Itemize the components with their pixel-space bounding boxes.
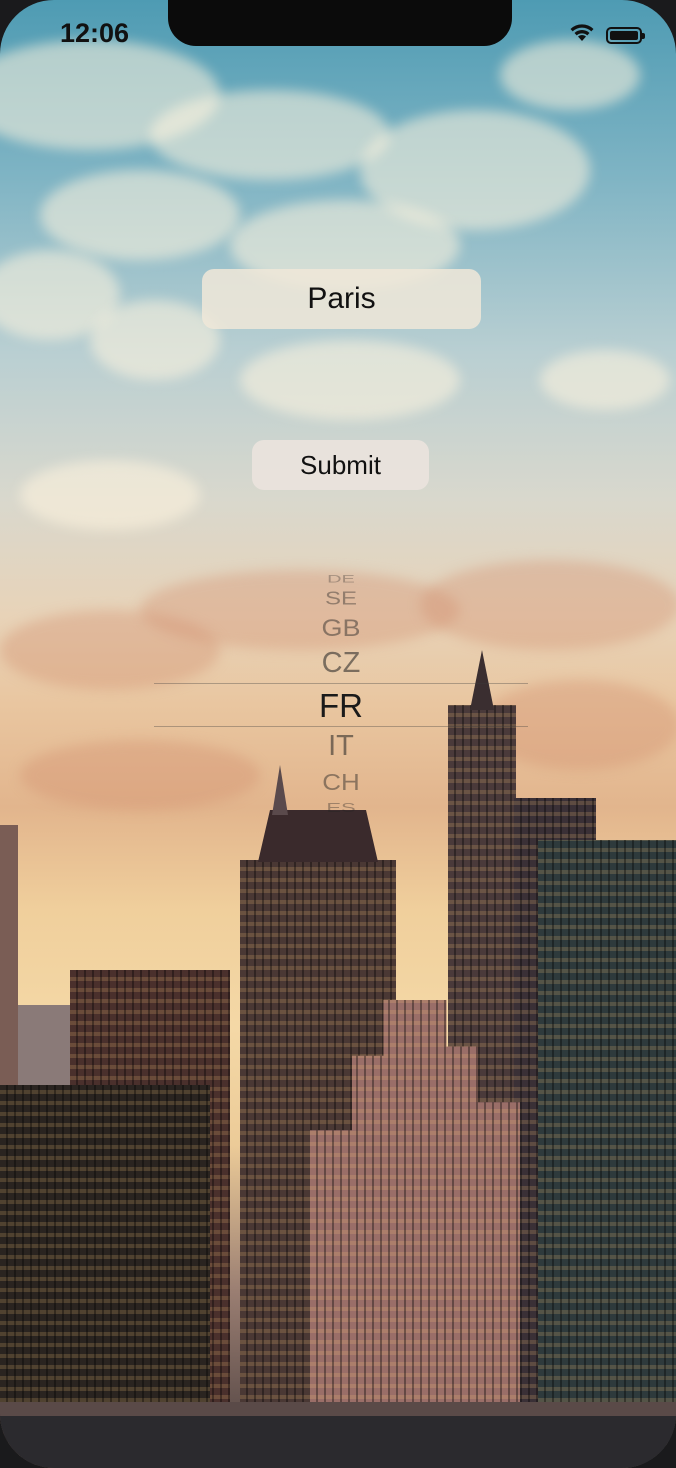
city-input[interactable]: Paris [202, 269, 481, 329]
picker-item[interactable]: DE [154, 573, 528, 586]
picker-item[interactable]: CH [154, 769, 528, 796]
status-time: 12:06 [60, 18, 130, 48]
device-notch [168, 0, 512, 46]
country-picker[interactable]: DE SE GB CZ FR IT CH ES [154, 560, 528, 822]
picker-item[interactable]: ES [154, 800, 528, 816]
picker-item[interactable]: GB [154, 615, 528, 642]
app-screen: 12:06 Paris Submit DE SE GB CZ FR IT CH … [0, 0, 676, 1468]
picker-selection-bottom-line [154, 726, 528, 727]
picker-selected-item[interactable]: FR [154, 687, 528, 725]
picker-selection-top-line [154, 683, 528, 684]
status-icons [568, 22, 645, 49]
battery-icon [606, 27, 645, 44]
submit-button[interactable]: Submit [252, 440, 429, 490]
picker-item[interactable]: SE [154, 589, 528, 610]
picker-item[interactable]: IT [154, 730, 528, 763]
wifi-icon [568, 22, 596, 49]
picker-item[interactable]: CZ [154, 647, 528, 680]
